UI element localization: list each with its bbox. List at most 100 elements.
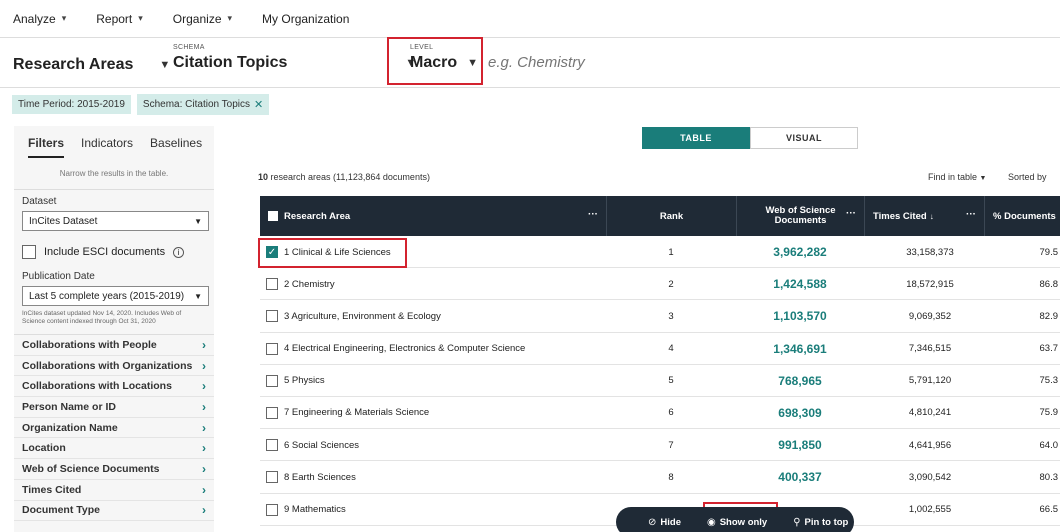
- column-research-area[interactable]: Research Area ···: [260, 196, 606, 236]
- pin-to-top-button[interactable]: ⚲ Pin to top: [793, 517, 848, 528]
- row-checkbox[interactable]: [266, 374, 278, 387]
- column-wos-documents[interactable]: Web of Science Documents ···: [736, 196, 864, 236]
- table-row[interactable]: 3 Agriculture, Environment & Ecology 3 1,1…: [260, 300, 1060, 333]
- filter-chip[interactable]: Time Period: 2015-2019: [12, 95, 131, 114]
- row-checkbox[interactable]: [266, 310, 278, 323]
- tab-indicators[interactable]: Indicators: [81, 136, 133, 159]
- schema-dropdown[interactable]: SCHEMA Citation Topics ▼: [173, 44, 416, 82]
- times-cited-cell: 1,002,555: [908, 504, 952, 515]
- research-area-name: 7 Engineering & Materials Science: [284, 407, 430, 419]
- wos-documents-link[interactable]: 698,309: [736, 397, 864, 429]
- menu-item-report[interactable]: Report ▾: [96, 12, 143, 26]
- filter-item[interactable]: Document Type ›: [14, 501, 214, 522]
- table-view-button[interactable]: TABLE: [642, 127, 750, 149]
- wos-documents-link[interactable]: 1,346,691: [736, 333, 864, 365]
- chevron-right-icon: ›: [202, 503, 206, 518]
- research-area-cell: 7 Engineering & Materials Science: [266, 397, 606, 429]
- wos-documents-link[interactable]: 991,850: [736, 429, 864, 461]
- tab-baselines[interactable]: Baselines: [150, 136, 202, 159]
- pct-documents-cell: 82.9: [1039, 310, 1059, 322]
- selection-action-bar: ⊘ Hide ◉ Show only ⚲ Pin to top: [616, 507, 854, 532]
- research-area-cell: 4 Electrical Engineering, Electronics & …: [266, 333, 606, 365]
- research-area-cell: 8 Earth Sciences: [266, 461, 606, 493]
- wos-documents-link[interactable]: 3,962,282: [736, 236, 864, 268]
- filter-item[interactable]: Times Cited ›: [14, 480, 214, 501]
- research-areas-label: Research Areas: [13, 56, 134, 73]
- more-options-icon[interactable]: ···: [846, 209, 856, 219]
- hide-button[interactable]: ⊘ Hide: [648, 517, 681, 528]
- filter-chip[interactable]: Schema: Citation Topics ✕: [136, 94, 270, 115]
- times-cited-cell: 33,158,373: [906, 246, 954, 258]
- wos-header-label: Web of Science Documents: [765, 205, 836, 226]
- info-icon[interactable]: i: [173, 246, 185, 258]
- filter-item[interactable]: Person Name or ID ›: [14, 397, 214, 418]
- filter-item-label: Collaborations with Locations: [22, 380, 172, 393]
- wos-documents-link[interactable]: 1,103,570: [736, 300, 864, 332]
- research-area-cell: 2 Chemistry: [266, 268, 606, 300]
- more-options-icon[interactable]: ···: [966, 209, 976, 220]
- table-row[interactable]: 6 Social Sciences 7 991,850 4,641,956 64.0: [260, 429, 1060, 462]
- show-only-label: Show only: [719, 516, 768, 528]
- show-only-button[interactable]: ◉ Show only: [707, 517, 767, 528]
- times-cited-cell: 7,346,515: [908, 343, 952, 355]
- times-cited-header-label: Times Cited: [873, 210, 927, 222]
- table-row[interactable]: 7 Engineering & Materials Science 6 698,30…: [260, 397, 1060, 430]
- row-checkbox[interactable]: [266, 503, 278, 516]
- chevron-down-icon: ▼: [159, 59, 171, 71]
- filter-item[interactable]: Web of Science Documents ›: [14, 459, 214, 480]
- row-checkbox[interactable]: [266, 406, 278, 419]
- select-all-checkbox[interactable]: [268, 211, 278, 221]
- chevron-right-icon: ›: [202, 441, 206, 456]
- wos-documents-link[interactable]: 1,424,588: [736, 268, 864, 300]
- esci-checkbox[interactable]: [22, 245, 36, 259]
- rank-cell: 3: [668, 310, 674, 322]
- filter-item[interactable]: Location ›: [14, 438, 214, 460]
- rank-cell: 8: [668, 471, 674, 483]
- row-checkbox[interactable]: [266, 471, 278, 484]
- top-menu-bar: Analyze ▾ Report ▾ Organize ▾ My Organization: [0, 0, 1060, 38]
- table-row[interactable]: 4 Electrical Engineering, Electronics & …: [260, 333, 1060, 365]
- table-row[interactable]: 8 Earth Sciences 8 400,337 3,090,542 80.3: [260, 461, 1060, 494]
- research-area-name: 4 Electrical Engineering, Electronics & …: [284, 343, 526, 355]
- filter-item-label: Times Cited: [22, 483, 82, 496]
- filter-item[interactable]: Organization Name ›: [14, 418, 214, 439]
- schema-label: SCHEMA: [173, 44, 205, 51]
- rank-cell: 7: [668, 439, 674, 451]
- menu-item-label: My Organization: [262, 11, 350, 26]
- chevron-right-icon: ›: [202, 420, 206, 435]
- wos-documents-link[interactable]: 400,337: [736, 461, 864, 493]
- filter-item[interactable]: Collaborations with People ›: [14, 335, 214, 356]
- table-row[interactable]: 5 Physics 5 768,965 5,791,120 75.3: [260, 365, 1060, 397]
- research-area-cell: 6 Social Sciences: [266, 429, 606, 461]
- wos-documents-link[interactable]: 768,965: [736, 365, 864, 397]
- row-checkbox[interactable]: [266, 439, 278, 452]
- research-area-name: 6 Social Sciences: [284, 439, 359, 451]
- column-rank[interactable]: Rank: [606, 196, 736, 236]
- chevron-down-icon: ▼: [194, 291, 202, 301]
- sorted-by-label[interactable]: Sorted by: [1008, 172, 1047, 182]
- research-area-cell: 5 Physics: [266, 365, 606, 397]
- tab-filters[interactable]: Filters: [28, 136, 65, 158]
- menu-item-my-organization[interactable]: My Organization: [262, 12, 349, 26]
- research-area-name: 3 Agriculture, Environment & Ecology: [284, 310, 441, 322]
- visual-view-button[interactable]: VISUAL: [750, 127, 858, 149]
- filter-item[interactable]: Collaborations with Organizations ›: [14, 356, 214, 377]
- dataset-select[interactable]: InCites Dataset ▼: [22, 211, 209, 231]
- find-in-table-dropdown[interactable]: Find in table ▼: [928, 172, 986, 182]
- filter-chip-label: Schema: Citation Topics: [142, 99, 251, 110]
- filter-item[interactable]: Collaborations with Locations ›: [14, 376, 214, 398]
- research-area-search-input[interactable]: [488, 52, 788, 72]
- table-row[interactable]: 2 Chemistry 2 1,424,588 18,572,915 86.8: [260, 268, 1060, 301]
- research-areas-dropdown[interactable]: Research Areas ▼: [13, 46, 170, 84]
- menu-item-analyze[interactable]: Analyze ▾: [13, 12, 66, 26]
- row-checkbox[interactable]: [266, 342, 278, 355]
- column-pct-documents[interactable]: % Documents: [984, 196, 1060, 236]
- column-times-cited[interactable]: Times Cited ↓ ···: [864, 196, 984, 236]
- rank-cell: 4: [668, 343, 674, 355]
- publication-date-select[interactable]: Last 5 complete years (2015-2019) ▼: [22, 286, 209, 306]
- more-options-icon[interactable]: ···: [588, 209, 598, 220]
- close-icon[interactable]: ✕: [254, 98, 263, 111]
- menu-item-organize[interactable]: Organize ▾: [173, 12, 232, 26]
- filter-item-label: Organization Name: [22, 421, 118, 434]
- row-checkbox[interactable]: [266, 278, 278, 291]
